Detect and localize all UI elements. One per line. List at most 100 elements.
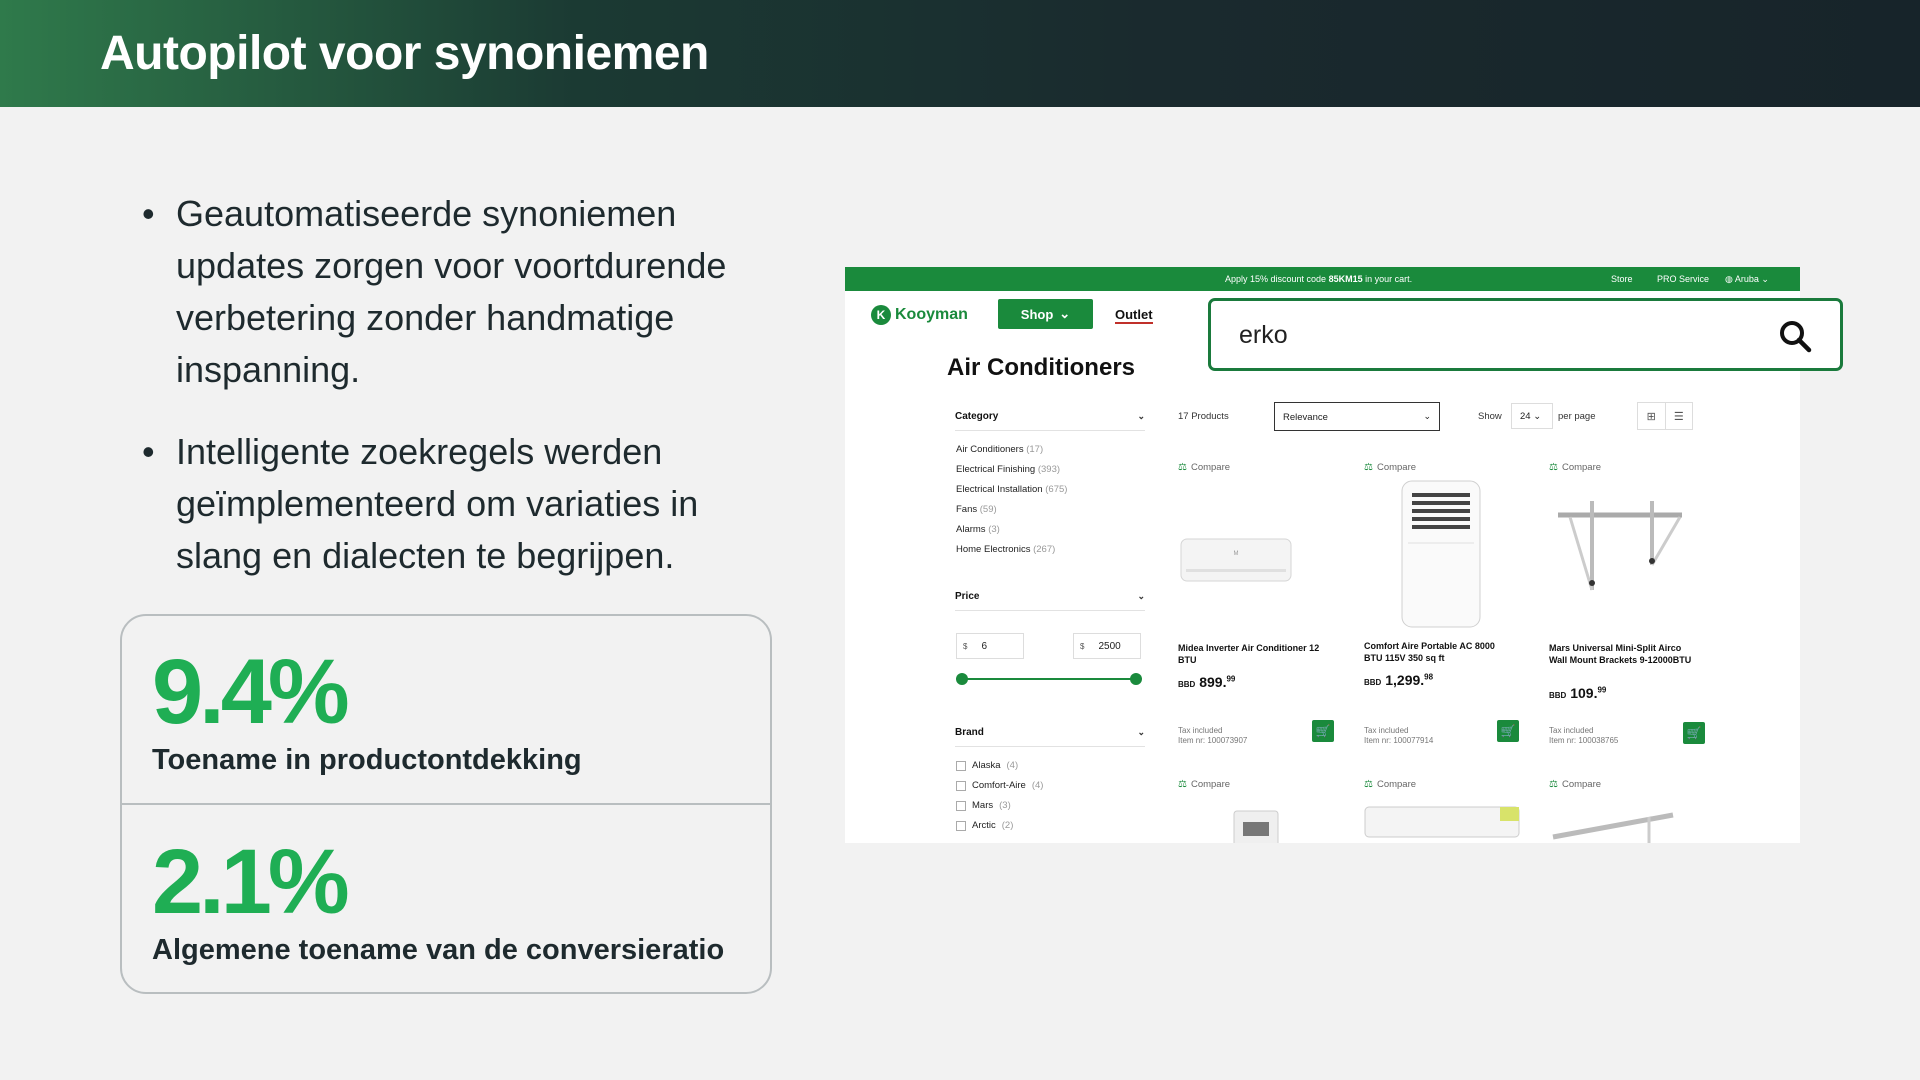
brand-checkbox[interactable]: Arctic (2) [956, 820, 1013, 831]
product-price: BBD 899.99 [1178, 674, 1236, 690]
cart-icon: 🛒 [1686, 726, 1702, 740]
stat-label: Toename in productontdekking [152, 744, 582, 776]
product-name[interactable]: Mars Universal Mini-Split Airco Wall Mou… [1549, 642, 1699, 666]
product-image-indoor-unit[interactable] [1364, 805, 1520, 843]
store-link[interactable]: Store [1611, 274, 1633, 284]
shop-menu-button[interactable]: Shop ⌄ [998, 299, 1093, 329]
category-item[interactable]: Electrical Installation (675) [956, 484, 1067, 495]
cart-icon: 🛒 [1500, 724, 1516, 738]
stat-value: 9.4% [152, 641, 350, 743]
stat-value: 2.1% [152, 831, 350, 933]
bullet-text: Geautomatiseerde synoniemen updates zorg… [176, 193, 727, 390]
compare-icon: ⚖ [1178, 462, 1187, 473]
kooyman-logo-icon: K [871, 305, 891, 325]
per-page-label: per page [1558, 411, 1596, 422]
bullet-dot: • [142, 193, 155, 234]
compare-toggle[interactable]: ⚖ Compare [1178, 462, 1230, 473]
grid-view-icon[interactable]: ⊞ [1638, 403, 1666, 429]
price-slider-track[interactable] [961, 678, 1135, 680]
product-image-wall-bracket[interactable] [1552, 495, 1688, 595]
search-input[interactable]: erko [1208, 298, 1843, 371]
compare-toggle[interactable]: ⚖ Compare [1364, 779, 1416, 790]
price-max-input[interactable]: $2500 [1073, 633, 1141, 659]
compare-icon: ⚖ [1364, 462, 1373, 473]
checkbox[interactable] [956, 820, 966, 831]
pro-service-link[interactable]: PRO Service [1657, 274, 1709, 284]
stat-label: Algemene toename van de conversieratio [152, 934, 725, 966]
product-name[interactable]: Midea Inverter Air Conditioner 12 BTU [1178, 642, 1328, 666]
compare-toggle[interactable]: ⚖ Compare [1364, 462, 1416, 473]
promo-bar: Apply 15% discount code 85KM15 in your c… [845, 267, 1800, 291]
brand-checkbox[interactable]: Alaska (4) [956, 760, 1018, 771]
compare-toggle[interactable]: ⚖ Compare [1178, 779, 1230, 790]
price-slider-min-handle[interactable] [956, 673, 968, 685]
product-price: BBD 109.99 [1549, 685, 1607, 701]
product-count: 17 Products [1178, 411, 1229, 422]
product-image-wall-ac[interactable]: M [1180, 535, 1292, 585]
add-to-cart-button[interactable]: 🛒 [1497, 720, 1519, 742]
svg-text:M: M [1234, 551, 1239, 557]
product-name[interactable]: Comfort Aire Portable AC 8000 BTU 115V 3… [1364, 640, 1514, 664]
product-image-portable-ac[interactable] [1398, 479, 1484, 631]
compare-toggle[interactable]: ⚖ Compare [1549, 779, 1601, 790]
compare-toggle[interactable]: ⚖ Compare [1549, 462, 1601, 473]
bullet-dot: • [142, 431, 155, 472]
compare-icon: ⚖ [1549, 462, 1558, 473]
show-label: Show [1478, 411, 1502, 422]
cart-icon: 🛒 [1315, 724, 1331, 738]
price-filter-header[interactable]: Price ⌄ [955, 591, 1145, 611]
slide-header: Autopilot voor synoniemen [0, 0, 1920, 107]
product-meta: Tax included Item nr: 100077914 [1364, 726, 1434, 745]
per-page-select[interactable]: 24 ⌄ [1511, 403, 1553, 429]
bullet-list: • Geautomatiseerde synoniemen updates zo… [140, 188, 780, 612]
promo-text: Apply 15% discount code 85KM15 in your c… [1225, 274, 1413, 284]
product-price: BBD 1,299.98 [1364, 672, 1434, 688]
chevron-down-icon: ⌄ [1423, 411, 1431, 421]
chevron-down-icon: ⌄ [1059, 306, 1071, 321]
product-meta: Tax included Item nr: 100073907 [1178, 726, 1248, 745]
category-item[interactable]: Air Conditioners (17) [956, 444, 1043, 455]
sort-select[interactable]: Relevance ⌄ [1274, 402, 1440, 431]
view-toggle: ⊞ ☰ [1637, 402, 1693, 430]
stat-product-discovery: 9.4% Toename in productontdekking [122, 616, 770, 805]
category-item[interactable]: Electrical Finishing (393) [956, 464, 1060, 475]
compare-icon: ⚖ [1549, 779, 1558, 790]
brand-filter-header[interactable]: Brand ⌄ [955, 727, 1145, 747]
slide-title: Autopilot voor synoniemen [100, 27, 709, 80]
search-query: erko [1239, 321, 1288, 349]
checkbox[interactable] [956, 760, 966, 771]
bullet-item: • Geautomatiseerde synoniemen updates zo… [140, 188, 780, 396]
compare-icon: ⚖ [1364, 779, 1373, 790]
checkbox[interactable] [956, 780, 966, 791]
bullet-text: Intelligente zoekregels werden geïmpleme… [176, 431, 699, 576]
shop-logo[interactable]: K Kooyman [871, 305, 968, 325]
brand-checkbox[interactable]: Comfort-Aire (4) [956, 780, 1043, 791]
price-min-input[interactable]: $6 [956, 633, 1024, 659]
category-filter-header[interactable]: Category ⌄ [955, 411, 1145, 431]
page-title: Air Conditioners [947, 354, 1136, 381]
stat-conversion: 2.1% Algemene toename van de conversiera… [122, 806, 770, 992]
product-image-thermostat[interactable] [1233, 810, 1279, 843]
price-slider-max-handle[interactable] [1130, 673, 1142, 685]
region-selector[interactable]: ◍ Aruba ⌄ [1725, 274, 1769, 285]
bullet-item: • Intelligente zoekregels werden geïmple… [140, 426, 780, 582]
search-icon[interactable] [1778, 319, 1812, 353]
chevron-down-icon: ⌄ [1137, 411, 1145, 421]
list-view-icon[interactable]: ☰ [1666, 403, 1693, 429]
stats-card: 9.4% Toename in productontdekking 2.1% A… [120, 614, 772, 994]
chevron-down-icon: ⌄ [1137, 727, 1145, 737]
chevron-down-icon: ⌄ [1761, 274, 1769, 284]
checkbox[interactable] [956, 800, 966, 811]
add-to-cart-button[interactable]: 🛒 [1312, 720, 1334, 742]
globe-icon: ◍ [1725, 274, 1733, 284]
product-meta: Tax included Item nr: 100038765 [1549, 726, 1619, 745]
category-item[interactable]: Home Electronics (267) [956, 544, 1055, 555]
add-to-cart-button[interactable]: 🛒 [1683, 722, 1705, 744]
category-item[interactable]: Fans (59) [956, 504, 997, 515]
brand-checkbox[interactable]: Mars (3) [956, 800, 1011, 811]
product-image-bracket-2[interactable] [1549, 807, 1679, 843]
category-item[interactable]: Alarms (3) [956, 524, 1000, 535]
outlet-link[interactable]: Outlet [1115, 307, 1153, 324]
chevron-down-icon: ⌄ [1137, 591, 1145, 601]
compare-icon: ⚖ [1178, 779, 1187, 790]
